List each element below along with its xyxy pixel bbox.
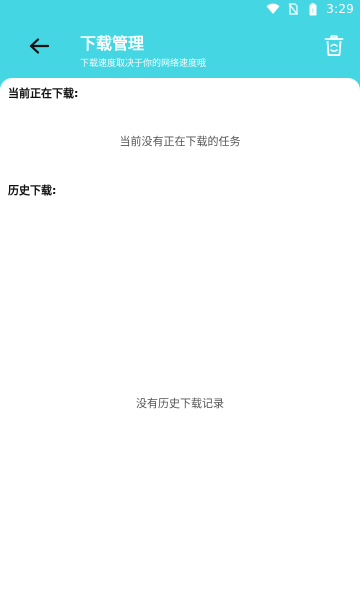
download-content-panel: 当前正在下载: 当前没有正在下载的任务 历史下载: 没有历史下载记录 <box>0 78 360 600</box>
trash-icon <box>324 35 344 61</box>
arrow-left-icon <box>29 38 50 58</box>
back-button[interactable] <box>25 34 53 62</box>
battery-icon: ! <box>306 2 320 16</box>
history-downloads-empty-message: 没有历史下载记录 <box>136 397 224 410</box>
status-time: 3:29 <box>326 2 354 16</box>
page-subtitle: 下载速度取决于你的网络速度哦 <box>80 59 207 69</box>
no-sim-icon <box>286 2 300 16</box>
clear-downloads-button[interactable] <box>322 35 346 61</box>
current-downloads-heading: 当前正在下载: <box>8 87 79 100</box>
svg-text:!: ! <box>312 8 314 15</box>
status-bar: ! 3:29 <box>0 0 360 18</box>
current-downloads-empty-message: 当前没有正在下载的任务 <box>119 135 241 148</box>
page-title: 下载管理 <box>80 34 145 53</box>
history-downloads-heading: 历史下载: <box>8 184 57 197</box>
app-header: 下载管理 下载速度取决于你的网络速度哦 <box>0 18 360 78</box>
wifi-icon <box>266 2 280 16</box>
